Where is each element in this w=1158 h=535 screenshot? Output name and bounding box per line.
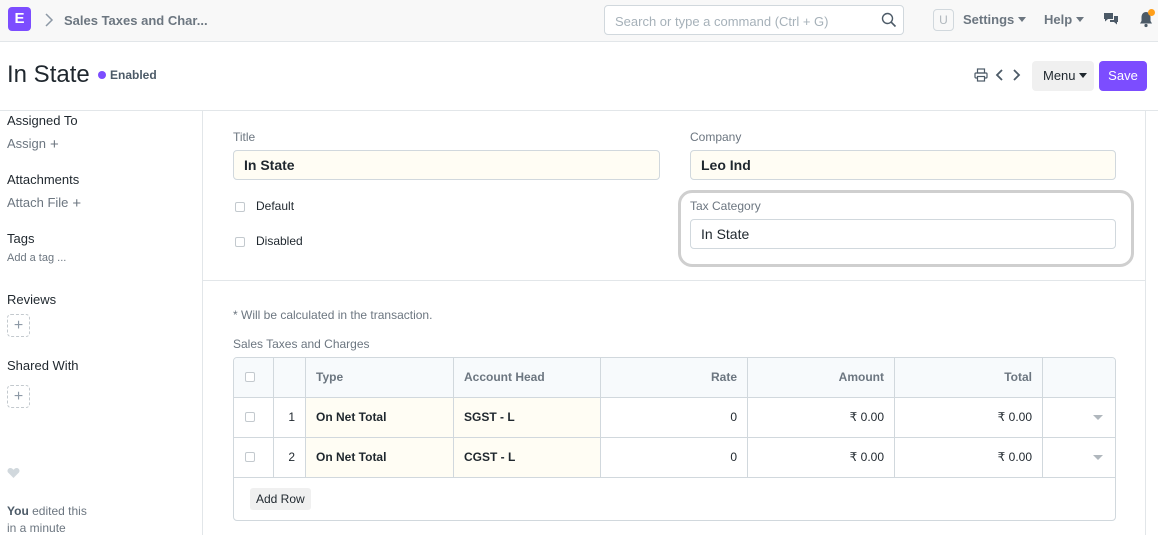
add-row-button[interactable]: Add Row [250,488,311,510]
type-header: Type [306,358,454,397]
attach-file-label: Attach File [7,195,69,210]
account-head-header: Account Head [454,358,601,397]
print-icon[interactable] [974,68,988,82]
add-share-button[interactable]: + [7,385,30,408]
chevron-right-icon [45,13,54,27]
calculation-note: * Will be calculated in the transaction. [233,308,433,322]
notification-dot [1148,9,1155,16]
plus-icon: + [13,317,24,334]
reviews-heading: Reviews [7,292,57,307]
caret-down-icon [1078,73,1087,79]
heart-icon[interactable] [7,467,20,479]
grid-header-row: Type Account Head Rate Amount Total [234,358,1115,398]
account-head-cell[interactable]: CGST - L [454,438,601,477]
select-all-checkbox[interactable] [245,372,255,382]
company-label: Company [690,130,742,144]
taxes-grid-label: Sales Taxes and Charges [233,337,370,351]
add-review-button[interactable]: + [7,314,30,337]
settings-label: Settings [963,12,1015,27]
taxes-grid: Type Account Head Rate Amount Total 1 On… [233,357,1116,521]
table-row[interactable]: 2 On Net Total CGST - L 0 ₹ 0.00 ₹ 0.00 [234,438,1115,478]
title-label: Title [233,130,256,144]
plus-icon: + [72,195,82,212]
index-header [274,358,306,397]
select-all-cell [234,358,274,397]
amount-cell[interactable]: ₹ 0.00 [748,438,895,477]
caret-down-icon[interactable] [1093,455,1103,460]
company-field[interactable]: Leo Ind [690,150,1116,180]
amount-header: Amount [748,358,895,397]
title-field[interactable]: In State [233,150,660,180]
breadcrumb[interactable]: Sales Taxes and Char... [64,13,208,28]
chat-icon[interactable] [1103,11,1119,27]
activity-log: You edited this in a minute [7,503,87,535]
total-cell[interactable]: ₹ 0.00 [895,438,1043,477]
row-select-cell [234,438,274,477]
add-tag-link[interactable]: Add a tag ... [7,252,66,264]
type-cell[interactable]: On Net Total [306,438,454,477]
shared-with-heading: Shared With [7,358,79,373]
row-select-cell [234,398,274,437]
page-title: In State [7,61,90,88]
table-row[interactable]: 1 On Net Total SGST - L 0 ₹ 0.00 ₹ 0.00 [234,398,1115,438]
divider [203,280,1146,281]
amount-cell[interactable]: ₹ 0.00 [748,398,895,437]
avatar[interactable]: U [933,9,954,31]
row-actions-cell [1043,398,1115,437]
attach-file-link[interactable]: Attach File + [7,195,81,212]
activity-user: You [7,504,29,518]
caret-down-icon [1018,17,1027,23]
caret-down-icon[interactable] [1093,415,1103,420]
tax-category-field[interactable]: In State [690,219,1116,249]
plus-icon: + [50,136,59,153]
assign-link[interactable]: Assign + [7,136,59,153]
chevron-right-icon[interactable] [1010,67,1022,83]
navbar: E Sales Taxes and Char... Search or type… [0,0,1158,42]
total-header: Total [895,358,1043,397]
row-index: 2 [274,438,306,477]
plus-icon: + [13,388,24,405]
search-placeholder: Search or type a command (Ctrl + G) [615,14,829,29]
save-button[interactable]: Save [1099,61,1147,91]
attachments-heading: Attachments [7,172,80,187]
account-head-cell[interactable]: SGST - L [454,398,601,437]
row-index: 1 [274,398,306,437]
actions-header [1043,358,1115,397]
menu-button[interactable]: Menu [1032,61,1094,91]
tax-category-label: Tax Category [690,199,761,213]
assign-label: Assign [7,136,47,151]
tags-heading: Tags [7,231,35,246]
type-cell[interactable]: On Net Total [306,398,454,437]
assigned-to-heading: Assigned To [7,113,78,128]
rate-header: Rate [601,358,748,397]
help-dropdown[interactable]: Help [1044,12,1085,27]
app-logo[interactable]: E [8,7,31,31]
rate-cell[interactable]: 0 [601,438,748,477]
row-checkbox[interactable] [245,412,255,422]
default-checkbox[interactable] [235,202,245,212]
chevron-left-icon[interactable] [994,67,1006,83]
caret-down-icon [1076,17,1085,23]
search-icon [881,12,897,28]
disabled-checkbox[interactable] [235,237,245,247]
settings-dropdown[interactable]: Settings [963,12,1027,27]
default-label: Default [256,199,295,213]
disabled-label: Disabled [256,234,303,248]
activity-time: in a minute [7,521,66,535]
rate-cell[interactable]: 0 [601,398,748,437]
total-cell[interactable]: ₹ 0.00 [895,398,1043,437]
help-label: Help [1044,12,1073,27]
row-actions-cell [1043,438,1115,477]
status-badge: Enabled [110,68,157,82]
row-checkbox[interactable] [245,452,255,462]
activity-text: edited this [28,504,87,518]
menu-label: Menu [1043,68,1076,83]
status-indicator [98,71,106,79]
search-input[interactable]: Search or type a command (Ctrl + G) [604,5,904,35]
